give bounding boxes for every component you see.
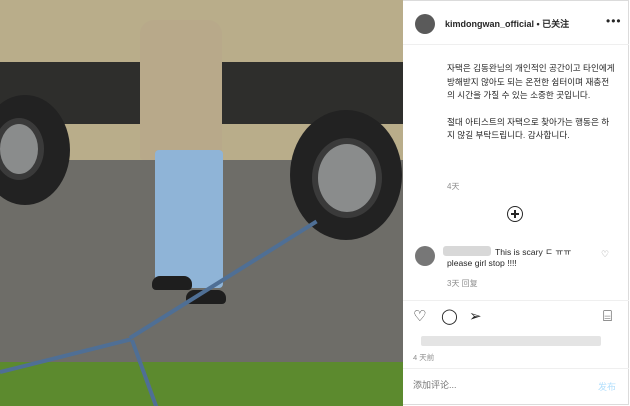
divider-bottom: [403, 368, 629, 369]
post-comment-button[interactable]: 发布: [598, 380, 616, 393]
rear-rim: [312, 138, 382, 218]
bookmark-icon[interactable]: ⌸: [603, 308, 612, 326]
caption-time[interactable]: 4天: [447, 181, 459, 192]
post-sidebar: kimdongwan_official • 已关注 ••• 자택은 김동완님의 …: [403, 0, 629, 406]
action-bar: ♡ ◯ ➢ ⌸: [413, 308, 623, 330]
likes-redacted: [421, 336, 601, 346]
comment-meta[interactable]: 3天 回复: [447, 278, 478, 289]
post-header: kimdongwan_official • 已关注 •••: [403, 0, 629, 45]
comment-input[interactable]: [413, 380, 563, 390]
comment-text-line-2: please girl stop !!!!: [447, 258, 517, 268]
post-caption: 자택은 김동완님의 개인적인 공간이고 타인에게 방해받지 않아도 되는 온전한…: [447, 62, 615, 156]
caption-paragraph-1: 자택은 김동완님의 개인적인 공간이고 타인에게 방해받지 않아도 되는 온전한…: [447, 63, 615, 100]
username-line: kimdongwan_official • 已关注: [445, 17, 569, 30]
left-shoe: [152, 276, 192, 290]
username-link[interactable]: kimdongwan_official: [445, 19, 534, 29]
post-photo[interactable]: [0, 0, 403, 406]
commenter-avatar[interactable]: [415, 246, 435, 266]
follow-status[interactable]: • 已关注: [537, 19, 570, 29]
commenter-name-redacted: [443, 246, 491, 256]
caption-paragraph-2: 절대 아티스트의 자택으로 찾아가는 행동은 하지 않길 부탁드립니다. 감사합…: [447, 116, 610, 141]
comment-like-icon[interactable]: ♡: [601, 249, 609, 260]
divider: [403, 300, 629, 301]
load-more-comments-icon[interactable]: [507, 206, 523, 222]
grass: [0, 362, 403, 406]
avatar[interactable]: [415, 14, 435, 34]
person-jeans: [155, 150, 223, 288]
heart-icon[interactable]: ♡: [413, 308, 426, 326]
more-options-icon[interactable]: •••: [606, 14, 622, 28]
comment-icon[interactable]: ◯: [441, 308, 458, 326]
post-time[interactable]: 4 天前: [413, 352, 434, 363]
person-jacket: [140, 20, 222, 160]
share-icon[interactable]: ➢: [469, 308, 482, 326]
comment-text-line-1: This is scary ㄷ ㅠㅠ: [495, 247, 572, 257]
